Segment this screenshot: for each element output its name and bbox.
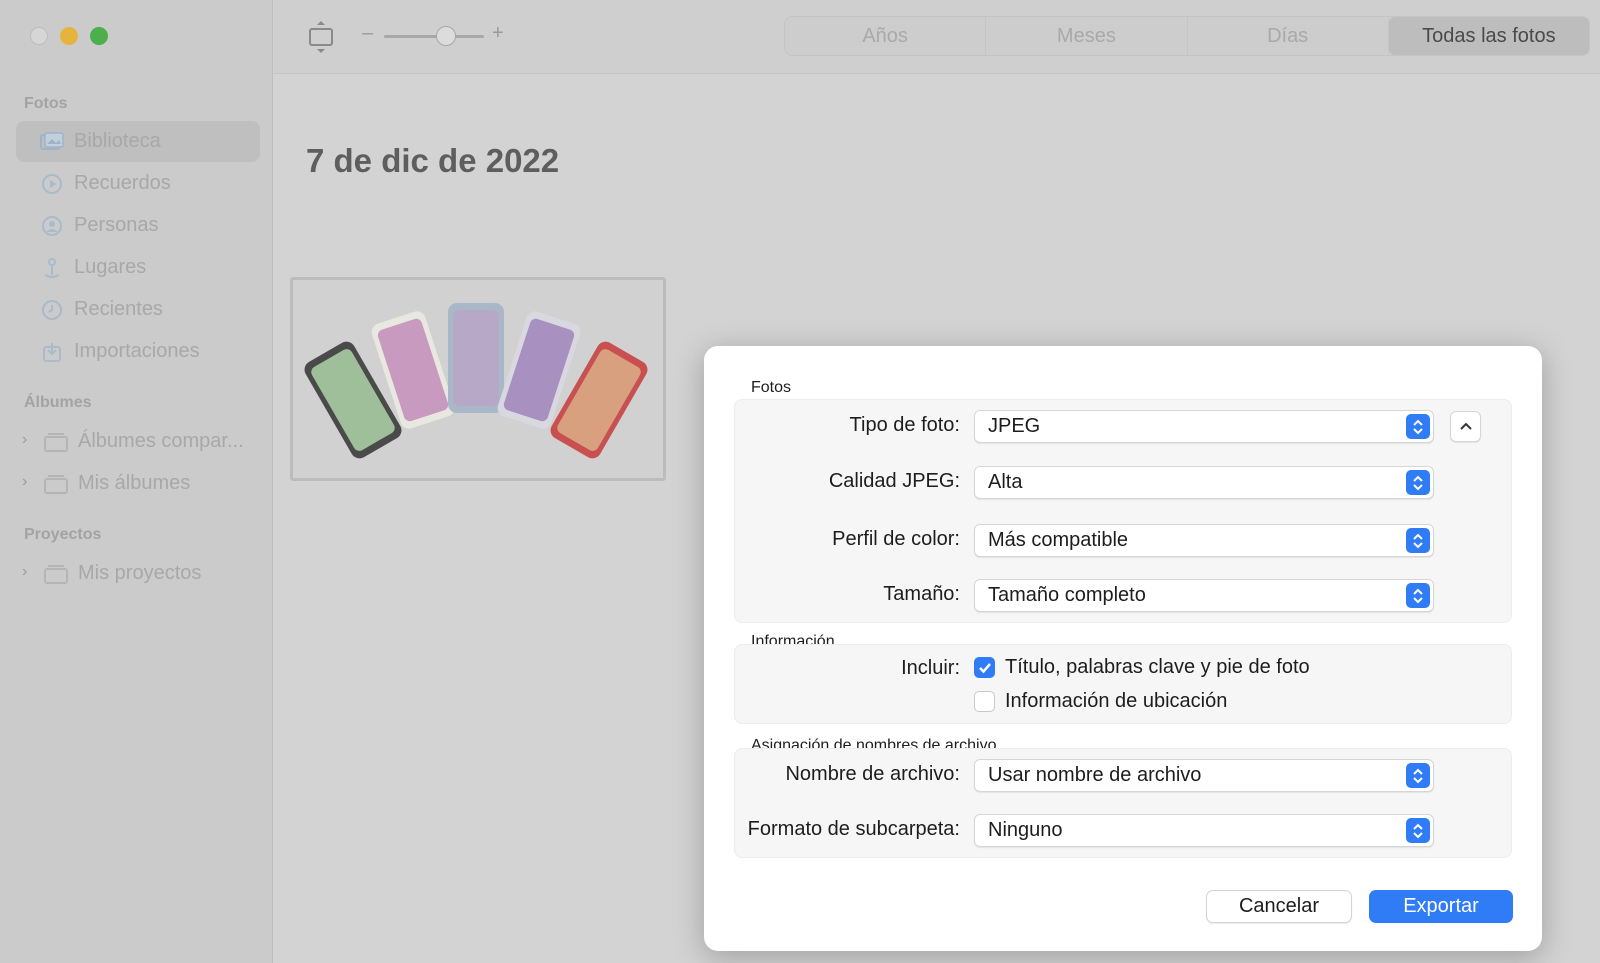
toolbar: – + Años Meses Días Todas las fotos — [274, 0, 1600, 74]
places-pin-icon — [40, 256, 64, 280]
tamano-value: Tamaño completo — [988, 584, 1146, 606]
zoom-slider-track[interactable] — [384, 35, 484, 38]
subcarpeta-popup[interactable]: Ninguno — [974, 814, 1434, 847]
tab-dias[interactable]: Días — [1188, 17, 1389, 55]
sidebar-item-importaciones[interactable]: Importaciones — [16, 331, 260, 372]
sidebar-section-fotos: Fotos — [24, 95, 68, 112]
shared-albums-folder-icon — [44, 430, 68, 454]
memories-icon — [40, 172, 64, 196]
check-ubicacion-row[interactable]: Información de ubicación — [974, 690, 1227, 713]
projects-folder-icon — [44, 562, 68, 586]
checkbox-titulo[interactable] — [974, 657, 995, 678]
zoom-in-icon[interactable]: + — [492, 22, 504, 45]
tab-anos[interactable]: Años — [785, 17, 987, 55]
sidebar-item-recuerdos[interactable]: Recuerdos — [16, 163, 260, 204]
nombre-archivo-label: Nombre de archivo: — [785, 763, 960, 785]
popup-stepper-icon — [1406, 583, 1430, 608]
date-heading: 7 de dic de 2022 — [306, 142, 560, 179]
close-window-button[interactable] — [30, 27, 48, 45]
maximize-window-button[interactable] — [90, 27, 108, 45]
chevron-right-icon[interactable]: › — [22, 563, 27, 581]
tab-meses[interactable]: Meses — [986, 17, 1188, 55]
perfil-color-popup[interactable]: Más compatible — [974, 524, 1434, 557]
sidebar: Fotos Biblioteca Recuerdos Personas Luga… — [0, 0, 273, 963]
window-controls — [30, 27, 108, 45]
calidad-jpeg-label: Calidad JPEG: — [828, 470, 960, 492]
sidebar-item-albumes-compartidos[interactable]: › Álbumes compar... — [16, 421, 260, 462]
tamano-popup[interactable]: Tamaño completo — [974, 579, 1434, 612]
tamano-label: Tamaño: — [883, 583, 960, 605]
clock-icon — [40, 298, 64, 322]
subcarpeta-value: Ninguno — [988, 819, 1063, 841]
zoom-slider-knob[interactable] — [436, 26, 456, 46]
photo-thumbnail[interactable] — [290, 277, 666, 481]
calidad-jpeg-value: Alta — [988, 471, 1023, 493]
export-button[interactable]: Exportar — [1369, 890, 1513, 923]
perfil-color-label: Perfil de color: — [832, 528, 960, 550]
sidebar-item-label: Mis álbumes — [78, 472, 191, 494]
check-titulo-row[interactable]: Título, palabras clave y pie de foto — [974, 656, 1310, 679]
sidebar-item-label: Biblioteca — [74, 130, 161, 152]
aspect-toggle-icon[interactable] — [308, 20, 334, 54]
sidebar-item-label: Recientes — [74, 298, 163, 320]
tipo-foto-value: JPEG — [988, 415, 1041, 437]
albums-folder-icon — [44, 472, 68, 496]
minimize-window-button[interactable] — [60, 27, 78, 45]
tab-todas-las-fotos[interactable]: Todas las fotos — [1388, 17, 1589, 55]
view-segmented-control: Años Meses Días Todas las fotos — [784, 16, 1590, 56]
sidebar-item-label: Personas — [74, 214, 159, 236]
sidebar-item-recientes[interactable]: Recientes — [16, 289, 260, 330]
sidebar-section-proyectos: Proyectos — [24, 526, 102, 543]
sidebar-item-label: Recuerdos — [74, 172, 171, 194]
sidebar-item-label: Importaciones — [74, 340, 200, 362]
perfil-color-value: Más compatible — [988, 529, 1129, 551]
sidebar-item-personas[interactable]: Personas — [16, 205, 260, 246]
popup-stepper-icon — [1406, 470, 1430, 495]
chevron-right-icon[interactable]: › — [22, 431, 27, 449]
sidebar-item-mis-proyectos[interactable]: › Mis proyectos — [16, 553, 260, 594]
sidebar-item-lugares[interactable]: Lugares — [16, 247, 260, 288]
checkbox-ubicacion[interactable] — [974, 691, 995, 712]
people-icon — [40, 214, 64, 238]
section-label-fotos: Fotos — [751, 379, 792, 396]
checkbox-ubicacion-label: Información de ubicación — [1005, 690, 1228, 712]
checkbox-titulo-label: Título, palabras clave y pie de foto — [1005, 656, 1310, 678]
popup-stepper-icon — [1406, 528, 1430, 553]
tipo-foto-label: Tipo de foto: — [849, 414, 960, 436]
calidad-jpeg-popup[interactable]: Alta — [974, 466, 1434, 499]
subcarpeta-label: Formato de subcarpeta: — [747, 818, 960, 840]
zoom-out-icon[interactable]: – — [362, 22, 373, 45]
collapse-details-button[interactable] — [1450, 411, 1481, 442]
sidebar-item-label: Álbumes compar... — [78, 430, 244, 452]
sidebar-item-label: Mis proyectos — [78, 562, 202, 584]
nombre-archivo-value: Usar nombre de archivo — [988, 764, 1202, 786]
chevron-up-icon — [1459, 418, 1473, 436]
photo-library-icon — [40, 130, 64, 154]
popup-stepper-icon — [1406, 763, 1430, 788]
phones-photo-image — [304, 303, 648, 459]
popup-stepper-icon — [1406, 414, 1430, 439]
popup-stepper-icon — [1406, 818, 1430, 843]
sidebar-item-mis-albumes[interactable]: › Mis álbumes — [16, 463, 260, 504]
cancel-button[interactable]: Cancelar — [1206, 890, 1352, 923]
nombre-archivo-popup[interactable]: Usar nombre de archivo — [974, 759, 1434, 792]
sidebar-item-biblioteca[interactable]: Biblioteca — [16, 121, 260, 162]
sidebar-section-albumes: Álbumes — [24, 394, 92, 411]
chevron-right-icon[interactable]: › — [22, 473, 27, 491]
incluir-label: Incluir: — [901, 657, 960, 679]
export-dialog: Fotos Tipo de foto: JPEG Calidad JPEG: A… — [704, 346, 1542, 951]
tipo-foto-popup[interactable]: JPEG — [974, 410, 1434, 443]
sidebar-item-label: Lugares — [74, 256, 147, 278]
import-icon — [40, 340, 64, 364]
